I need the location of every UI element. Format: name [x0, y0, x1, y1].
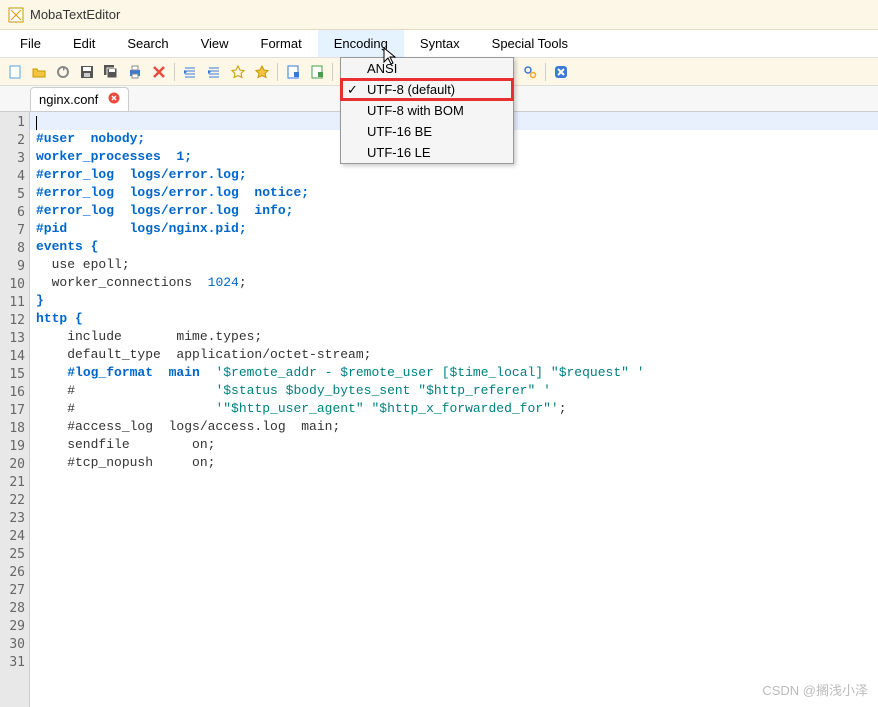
menu-bar: File Edit Search View Format Encoding Sy… [0, 30, 878, 58]
separator [545, 63, 546, 81]
close-all-icon[interactable] [550, 61, 572, 83]
encoding-option-utf8-bom[interactable]: UTF-8 with BOM [341, 100, 513, 121]
separator [332, 63, 333, 81]
tab-close-icon[interactable] [108, 92, 120, 107]
encoding-option-utf16-be[interactable]: UTF-16 BE [341, 121, 513, 142]
close-icon[interactable] [148, 61, 170, 83]
star-filled-icon[interactable] [251, 61, 273, 83]
separator [277, 63, 278, 81]
menu-encoding[interactable]: Encoding [318, 30, 404, 57]
print-icon[interactable] [124, 61, 146, 83]
doc-blue-icon[interactable] [282, 61, 304, 83]
indent-icon[interactable] [203, 61, 225, 83]
outdent-icon[interactable] [179, 61, 201, 83]
menu-view[interactable]: View [185, 30, 245, 57]
settings-icon[interactable] [519, 61, 541, 83]
menu-syntax[interactable]: Syntax [404, 30, 476, 57]
code-content[interactable]: #user nobody;worker_processes 1;#error_l… [30, 112, 878, 707]
window-title: MobaTextEditor [30, 7, 120, 22]
tab-filename: nginx.conf [39, 92, 98, 107]
menu-special-tools[interactable]: Special Tools [476, 30, 584, 57]
app-icon [8, 7, 24, 23]
separator [174, 63, 175, 81]
open-folder-icon[interactable] [28, 61, 50, 83]
menu-file[interactable]: File [4, 30, 57, 57]
menu-format[interactable]: Format [245, 30, 318, 57]
encoding-option-utf8[interactable]: ✓ UTF-8 (default) [341, 79, 513, 100]
encoding-option-ansi[interactable]: ANSI [341, 58, 513, 79]
watermark-text: CSDN @搁浅小泽 [762, 680, 868, 699]
encoding-option-utf16-le[interactable]: UTF-16 LE [341, 142, 513, 163]
menu-edit[interactable]: Edit [57, 30, 111, 57]
save-icon[interactable] [76, 61, 98, 83]
new-file-icon[interactable] [4, 61, 26, 83]
star-outline-icon[interactable] [227, 61, 249, 83]
encoding-dropdown: ANSI ✓ UTF-8 (default) UTF-8 with BOM UT… [340, 57, 514, 164]
line-number-gutter: 1234567891011121314151617181920212223242… [0, 112, 30, 707]
file-tab[interactable]: nginx.conf [30, 87, 129, 111]
reload-icon[interactable] [52, 61, 74, 83]
save-all-icon[interactable] [100, 61, 122, 83]
editor-area: 1234567891011121314151617181920212223242… [0, 112, 878, 707]
doc-green-icon[interactable] [306, 61, 328, 83]
menu-search[interactable]: Search [111, 30, 184, 57]
title-bar: MobaTextEditor [0, 0, 878, 30]
checkmark-icon: ✓ [347, 82, 358, 98]
